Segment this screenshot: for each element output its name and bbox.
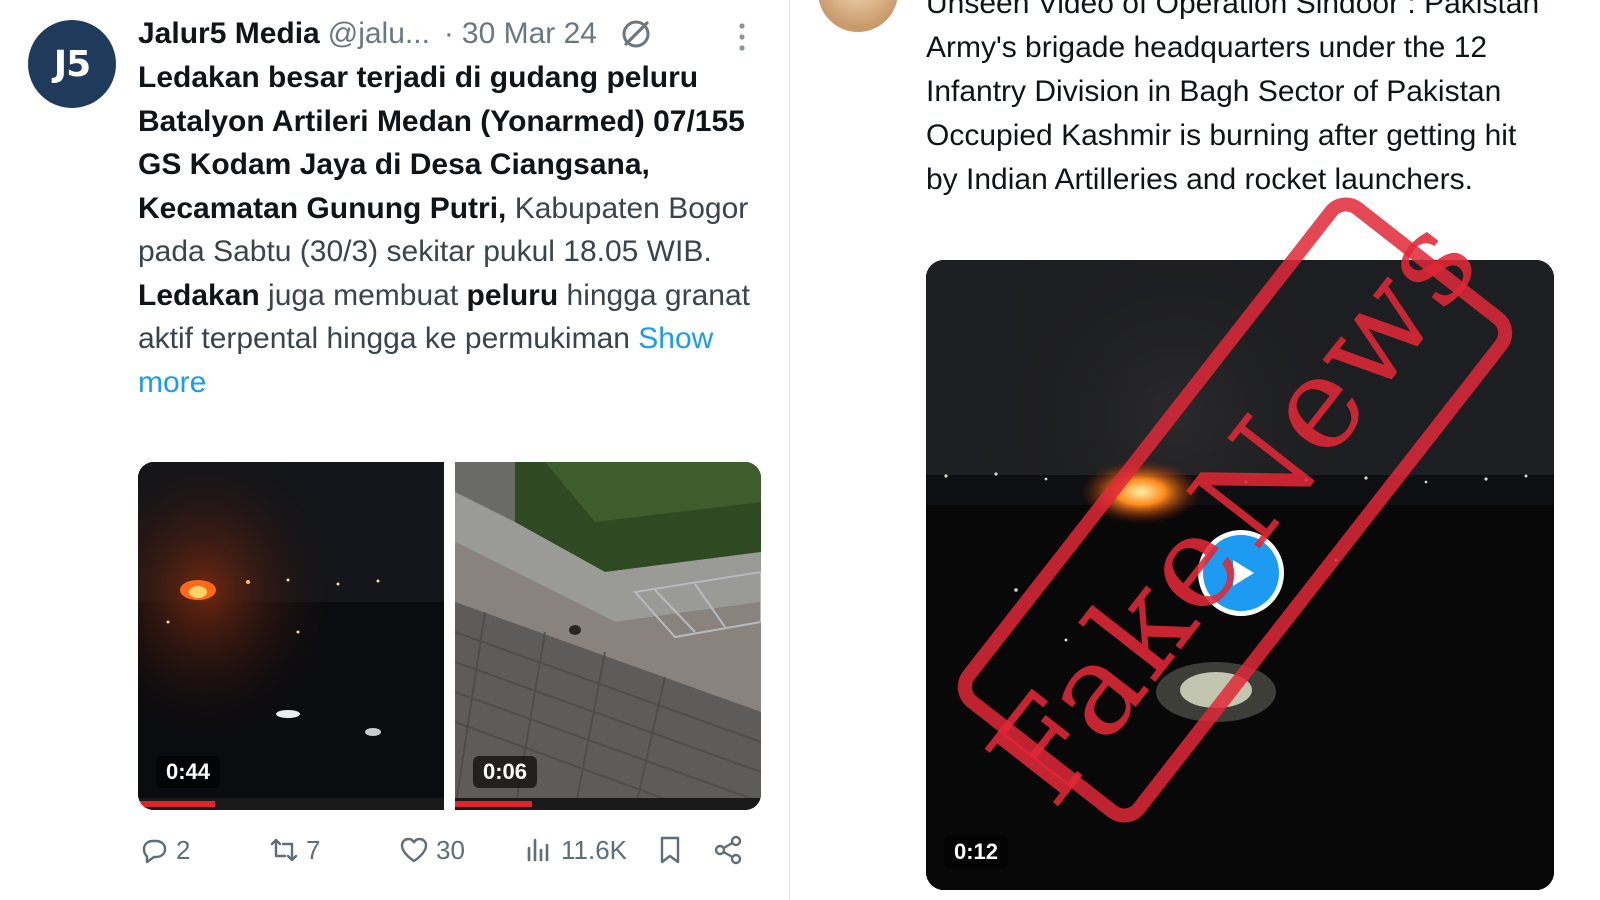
views-button[interactable]: 11.6K — [523, 834, 627, 866]
bookmark-button[interactable] — [654, 834, 686, 866]
video-progress-fill — [138, 801, 215, 807]
share-button[interactable] — [712, 834, 744, 866]
bookmark-icon — [660, 836, 680, 864]
avatar[interactable] — [818, 0, 898, 32]
separator-dot: · — [443, 17, 454, 50]
user-handle[interactable]: @jalu... — [328, 17, 430, 51]
like-button[interactable]: 30 — [398, 834, 465, 866]
video-duration: 0:12 — [944, 836, 1009, 868]
repost-count: 7 — [306, 834, 321, 865]
avatar[interactable]: J5 — [28, 20, 116, 108]
repost-icon — [270, 838, 298, 862]
tweet-actions: 2 7 30 11.6K — [138, 830, 758, 874]
heart-icon — [400, 837, 428, 863]
video-duration: 0:44 — [156, 756, 221, 788]
left-tweet-card[interactable]: J5 Jalur5 Media @jalu... · 30 Mar 24 Led… — [0, 0, 790, 900]
tweet-text: Ledakan besar terjadi di gudang peluru B… — [138, 56, 768, 404]
video-duration: 0:06 — [473, 756, 538, 788]
grok-icon[interactable] — [619, 17, 653, 51]
text-bold-ledakan: Ledakan — [138, 278, 260, 312]
text-normal: juga membuat — [259, 278, 467, 312]
video-thumbnail-1[interactable]: 0:44 — [138, 462, 444, 810]
video-thumbnail-2[interactable]: 0:06 — [455, 462, 761, 810]
video-progress-bar[interactable] — [455, 798, 761, 810]
reply-count: 2 — [176, 834, 191, 865]
reply-icon — [142, 839, 167, 864]
views-icon — [527, 838, 549, 862]
tweet-date[interactable]: 30 Mar 24 — [462, 17, 597, 51]
video-progress-fill — [455, 801, 532, 807]
like-count: 30 — [436, 834, 465, 865]
tweet-text: Unseen Video of Operation Sindoor : Paki… — [926, 0, 1540, 196]
share-icon — [714, 835, 742, 865]
repost-button[interactable]: 7 — [268, 834, 320, 866]
tweet-header: Jalur5 Media @jalu... · 30 Mar 24 — [138, 14, 653, 54]
more-options-icon[interactable] — [732, 20, 752, 54]
reply-button[interactable]: 2 — [138, 834, 190, 866]
video-progress-bar[interactable] — [138, 798, 444, 810]
views-count: 11.6K — [561, 834, 628, 865]
text-bold-peluru: peluru — [466, 278, 559, 312]
display-name[interactable]: Jalur5 Media — [138, 17, 320, 51]
